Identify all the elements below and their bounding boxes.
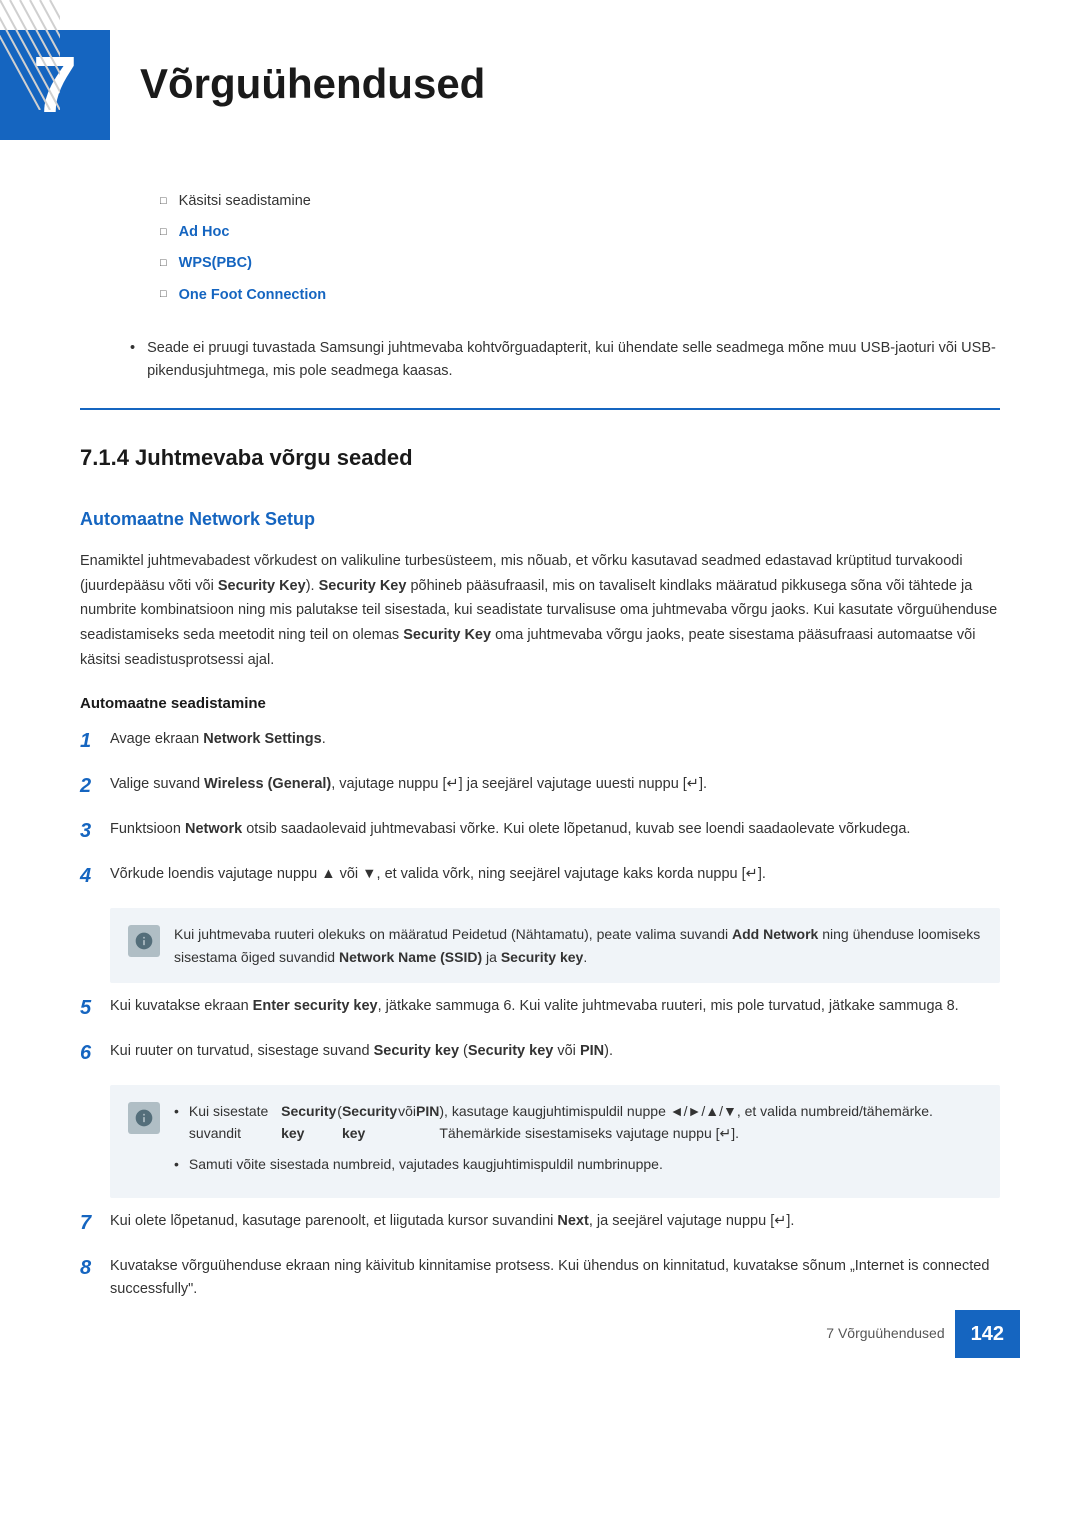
usb-note: Seade ei pruugi tuvastada Samsungi juhtm… — [130, 337, 1000, 383]
step-3: 3 Funktsioon Network otsib saadaolevaid … — [80, 818, 1000, 847]
note-content-2: Kui sisestate suvandit Security key (Sec… — [174, 1100, 982, 1183]
note-content-1: Kui juhtmevaba ruuteri olekuks on määrat… — [174, 923, 982, 968]
step-2: 2 Valige suvand Wireless (General), vaju… — [80, 773, 1000, 802]
page-container: 7 Võrguühendused Käsitsi seadistamine Ad… — [0, 0, 1080, 1378]
toc-item-3: WPS(PBC) — [160, 252, 1000, 275]
note-bullet-2: Samuti võite sisestada numbreid, vajutad… — [174, 1153, 982, 1175]
step-4: 4 Võrkude loendis vajutage nuppu ▲ või ▼… — [80, 863, 1000, 892]
toc-item-1: Käsitsi seadistamine — [160, 190, 1000, 213]
step-6: 6 Kui ruuter on turvatud, sisestage suva… — [80, 1040, 1000, 1069]
footer-chapter-label: 7 Võrguühendused — [826, 1322, 944, 1344]
auto-setup-heading: Automaatne seadistamine — [80, 692, 1000, 716]
note-box-2: Kui sisestate suvandit Security key (Sec… — [110, 1085, 1000, 1198]
note-bullet-1: Kui sisestate suvandit Security key (Sec… — [174, 1100, 982, 1145]
step-7: 7 Kui olete lõpetanud, kasutage parenool… — [80, 1210, 1000, 1239]
note-box-1: Kui juhtmevaba ruuteri olekuks on määrat… — [110, 908, 1000, 983]
step-1: 1 Avage ekraan Network Settings. — [80, 728, 1000, 757]
toc-list: Käsitsi seadistamine Ad Hoc WPS(PBC) One… — [160, 190, 1000, 307]
content-area: Käsitsi seadistamine Ad Hoc WPS(PBC) One… — [0, 160, 1080, 1378]
subsection-heading-auto-network: Automaatne Network Setup — [80, 505, 1000, 534]
note-icon-2 — [128, 1102, 160, 1134]
step-8: 8 Kuvatakse võrguühenduse ekraan ning kä… — [80, 1255, 1000, 1301]
section-divider — [80, 408, 1000, 410]
toc-item-2: Ad Hoc — [160, 221, 1000, 244]
toc-item-4: One Foot Connection — [160, 284, 1000, 307]
chapter-header: 7 Võrguühendused — [0, 0, 1080, 160]
note-bullet-list: Kui sisestate suvandit Security key (Sec… — [174, 1100, 982, 1175]
footer-page-number: 142 — [955, 1310, 1020, 1358]
page-footer: 7 Võrguühendused 142 — [826, 1310, 1020, 1358]
numbered-steps: 1 Avage ekraan Network Settings. 2 Valig… — [80, 728, 1000, 1301]
note-icon-1 — [128, 925, 160, 957]
section-heading-714: 7.1.4 Juhtmevaba võrgu seaded — [80, 440, 1000, 480]
chapter-title: Võrguühendused — [140, 30, 485, 117]
diagonal-decoration — [0, 0, 60, 110]
body-text-1: Enamiktel juhtmevabadest võrkudest on va… — [80, 549, 1000, 672]
step-5: 5 Kui kuvatakse ekraan Enter security ke… — [80, 995, 1000, 1024]
